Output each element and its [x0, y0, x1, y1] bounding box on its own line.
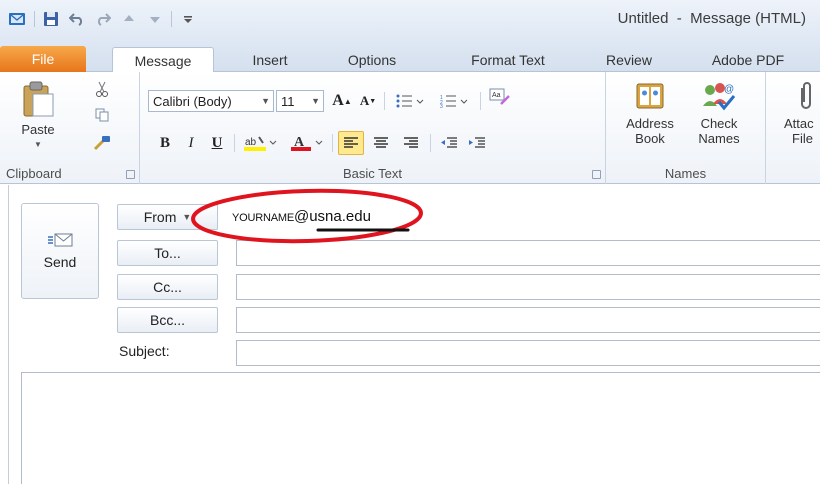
send-button[interactable]: Send — [21, 203, 99, 299]
ribbon-separator — [234, 134, 235, 152]
paste-icon — [21, 80, 55, 118]
tab-adobe-pdf[interactable]: Adobe PDF — [694, 47, 802, 73]
address-book-label-line2: Book — [635, 131, 665, 146]
cc-button[interactable]: Cc... — [117, 274, 218, 300]
check-names-button[interactable]: @ Check Names — [686, 80, 752, 146]
subject-label: Subject: — [119, 343, 170, 359]
check-names-label-line1: Check — [700, 116, 738, 131]
ribbon-tab-bar: File Message Insert Options Format Text … — [0, 40, 820, 73]
names-group-label: Names — [664, 166, 707, 181]
ribbon-separator — [384, 92, 385, 110]
down-arrow-icon[interactable] — [143, 8, 167, 30]
svg-text:Aa: Aa — [492, 92, 501, 99]
paste-label: Paste — [21, 122, 55, 137]
font-name-value: Calibri (Body) — [153, 93, 232, 109]
tab-format-text[interactable]: Format Text — [448, 47, 568, 73]
chevron-down-icon: ▼ — [261, 96, 270, 106]
bcc-field[interactable] — [236, 307, 820, 333]
check-names-icon: @ — [701, 80, 737, 112]
font-color-icon[interactable]: A — [286, 132, 328, 154]
ribbon-separator — [430, 134, 431, 152]
svg-text:3: 3 — [440, 104, 443, 108]
cut-icon[interactable] — [90, 78, 114, 100]
ribbon-separator — [332, 134, 333, 152]
address-book-button[interactable]: Address Book — [614, 80, 686, 146]
message-body[interactable] — [21, 372, 820, 484]
window-title: Untitled - Message (HTML) — [617, 10, 806, 27]
font-name-combo[interactable]: Calibri (Body) ▼ — [148, 90, 274, 112]
bold-button[interactable]: B — [154, 132, 176, 154]
outlook-icon[interactable] — [6, 8, 30, 30]
italic-button[interactable]: I — [180, 132, 202, 154]
redo-icon[interactable] — [91, 8, 115, 30]
names-group: Address Book @ Check Names Names — [606, 72, 766, 184]
attach-file-label-line2: File — [792, 131, 813, 146]
address-book-icon — [634, 80, 666, 112]
toolbar-separator — [171, 11, 172, 27]
clipboard-launcher-icon[interactable] — [126, 170, 135, 179]
paperclip-icon — [796, 80, 816, 112]
tab-insert[interactable]: Insert — [236, 47, 304, 73]
from-button[interactable]: From ▼ — [117, 204, 218, 230]
underline-button[interactable]: U — [206, 132, 228, 154]
align-right-icon[interactable] — [398, 132, 424, 154]
from-address-name: YOURNAME — [232, 212, 294, 224]
compose-left-border — [8, 185, 9, 484]
include-group: Attac File — [766, 72, 820, 184]
basic-text-group-label: Basic Text — [342, 166, 402, 181]
tab-options[interactable]: Options — [334, 47, 410, 73]
tab-message[interactable]: Message — [112, 47, 214, 73]
up-arrow-icon[interactable] — [117, 8, 141, 30]
check-names-label-line2: Names — [698, 131, 740, 146]
align-left-icon[interactable] — [338, 131, 364, 155]
chevron-down-icon: ▼ — [311, 96, 320, 106]
from-address[interactable]: YOURNAME @usna.edu — [232, 208, 371, 228]
from-address-domain: @usna.edu — [293, 208, 371, 225]
font-size-value: 11 — [281, 93, 295, 109]
copy-icon[interactable] — [90, 104, 114, 126]
cc-field[interactable] — [236, 274, 820, 300]
to-button[interactable]: To... — [117, 240, 218, 266]
bullets-icon[interactable] — [390, 90, 430, 112]
chevron-down-icon: ▼ — [182, 212, 192, 222]
attach-file-label-line1: Attac — [784, 116, 814, 131]
bcc-button[interactable]: Bcc... — [117, 307, 218, 333]
format-painter-icon[interactable] — [90, 132, 114, 154]
quick-access-toolbar — [6, 8, 200, 30]
to-field[interactable] — [236, 240, 820, 266]
send-icon — [47, 232, 73, 248]
paste-button[interactable]: Paste ▼ — [14, 80, 62, 152]
send-label: Send — [43, 254, 77, 270]
align-center-icon[interactable] — [368, 132, 394, 154]
ribbon: Paste ▼ Clipboard Calibri (Body) ▼ 11 ▼ … — [0, 72, 820, 184]
title-bar: Untitled - Message (HTML) — [0, 0, 820, 40]
increase-indent-icon[interactable] — [464, 132, 490, 154]
toolbar-separator — [34, 11, 35, 27]
decrease-indent-icon[interactable] — [436, 132, 462, 154]
shrink-font-icon[interactable]: A ▼ — [356, 90, 380, 112]
clipboard-group-label: Clipboard — [6, 166, 62, 181]
styles-icon[interactable]: Aa — [486, 86, 514, 108]
undo-icon[interactable] — [65, 8, 89, 30]
font-size-combo[interactable]: 11 ▼ — [276, 90, 324, 112]
from-label: From — [143, 209, 177, 225]
customize-icon[interactable] — [176, 8, 200, 30]
highlight-color-icon[interactable]: ab — [240, 132, 282, 154]
save-icon[interactable] — [39, 8, 63, 30]
ribbon-separator — [480, 92, 481, 110]
basic-text-group: Calibri (Body) ▼ 11 ▼ A ▲ A ▼ 123 Aa B I U… — [140, 72, 606, 184]
svg-text:ab: ab — [245, 137, 257, 148]
paste-dropdown-icon: ▼ — [34, 140, 42, 149]
tab-file[interactable]: File — [0, 46, 86, 72]
subject-field[interactable] — [236, 340, 820, 366]
svg-text:@: @ — [724, 84, 734, 95]
clipboard-group: Paste ▼ Clipboard — [0, 72, 140, 184]
basic-text-launcher-icon[interactable] — [592, 170, 601, 179]
tab-review[interactable]: Review — [590, 47, 668, 73]
address-book-label-line1: Address — [626, 116, 674, 131]
attach-file-button[interactable]: Attac File — [778, 80, 820, 146]
grow-font-icon[interactable]: A ▲ — [330, 90, 354, 112]
numbering-icon[interactable]: 123 — [434, 90, 474, 112]
